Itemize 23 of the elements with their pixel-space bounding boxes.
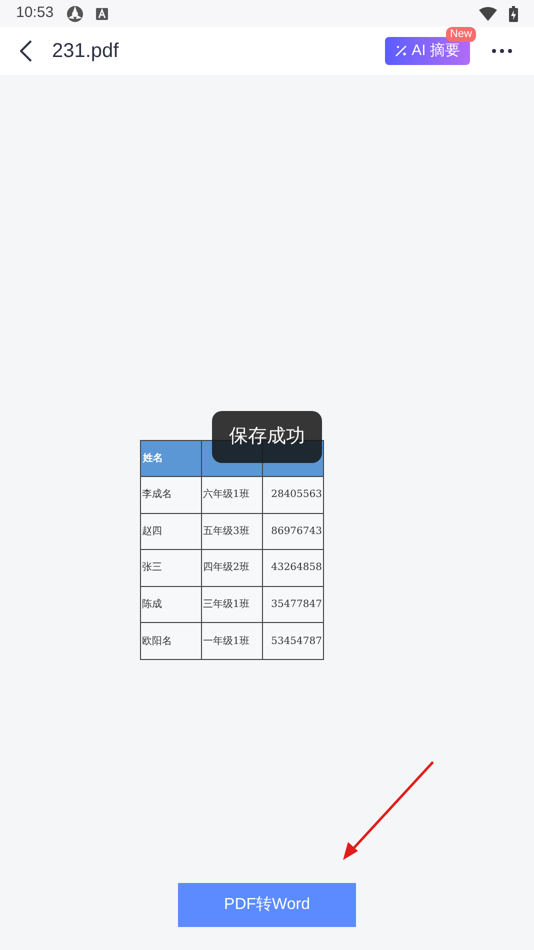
status-time: 10:53 [16, 3, 54, 24]
keyboard-icon [96, 8, 108, 20]
header-cell: 姓名 [140, 440, 202, 476]
table-cell: 43264858 [262, 550, 324, 586]
file-title: 231.pdf [52, 39, 119, 64]
sync-icon [66, 4, 84, 22]
table-cell: 28405563 [262, 476, 324, 514]
new-badge: New [446, 27, 476, 42]
magic-wand-icon [394, 45, 407, 57]
table-cell: 一年级1班 [202, 622, 262, 660]
table-cell: 四年级2班 [202, 550, 262, 586]
table-cell: 李成名 [140, 476, 202, 514]
more-icon[interactable] [492, 49, 512, 53]
table-cell: 六年级1班 [202, 476, 262, 514]
ai-summary-button[interactable]: AI 摘要 [384, 37, 470, 65]
table-cell: 张三 [140, 550, 202, 586]
wifi-icon [479, 6, 497, 20]
toast: 保存成功 [212, 411, 322, 463]
back-icon[interactable] [20, 40, 32, 62]
pdf-to-word-button[interactable]: PDF转Word [178, 883, 356, 927]
battery-icon [509, 6, 518, 22]
table-cell: 53454787 [262, 622, 324, 660]
table-cell: 欧阳名 [140, 622, 202, 660]
